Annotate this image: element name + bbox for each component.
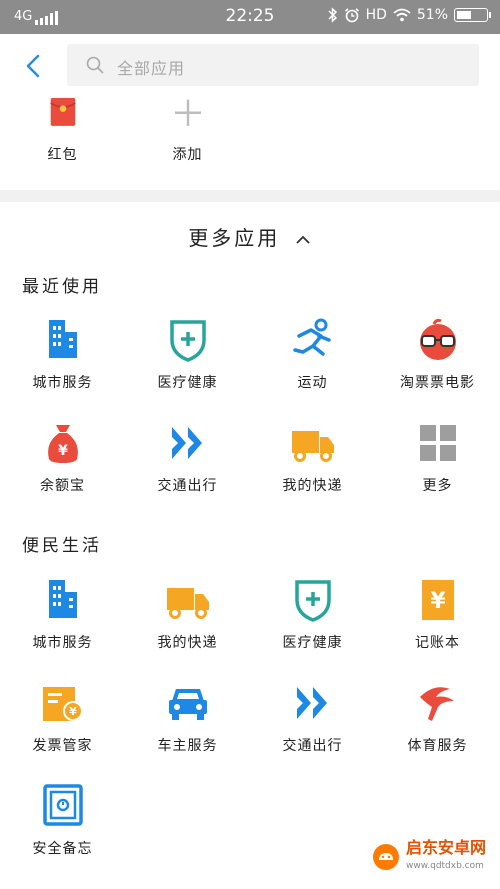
app-label: 城市服务 <box>32 375 93 391</box>
watermark: 启东安卓网 www.qdtdxb.com <box>372 839 486 875</box>
alarm-icon <box>344 8 359 23</box>
plus-icon <box>174 99 201 126</box>
app-city-services-2[interactable]: 城市服务 <box>0 578 125 652</box>
bluetooth-icon <box>328 7 337 23</box>
app-label: 安全备忘 <box>32 841 93 857</box>
more-apps-toggle[interactable]: 更多应用 <box>0 222 500 251</box>
app-label: 余额宝 <box>40 478 85 494</box>
city-building-icon <box>48 320 77 358</box>
app-label: 运动 <box>297 375 328 391</box>
life-section-title: 便民生活 <box>22 536 102 556</box>
recent-section-title: 最近使用 <box>22 277 102 297</box>
app-label: 淘票票电影 <box>400 375 475 391</box>
medical-shield-icon <box>294 580 331 622</box>
my-apps-section: 红包 添加 <box>0 98 500 190</box>
app-sports[interactable]: 运动 <box>250 318 375 392</box>
app-movie-tickets[interactable]: 淘票票电影 <box>375 318 500 392</box>
app-medical-health-2[interactable]: 医疗健康 <box>250 578 375 652</box>
section-divider <box>0 190 500 202</box>
app-invoice-manager[interactable]: ¥ 发票管家 <box>0 681 125 755</box>
android-logo-icon <box>372 844 399 870</box>
watermark-url: www.qdtdxb.com <box>405 861 484 871</box>
red-envelope-icon <box>49 98 76 126</box>
search-icon <box>86 56 104 74</box>
app-label: 记账本 <box>415 635 460 651</box>
double-arrow-icon <box>171 427 202 459</box>
battery-icon <box>454 8 491 22</box>
svg-text:¥: ¥ <box>69 705 77 718</box>
status-right: HD 51% <box>328 7 491 23</box>
back-arrow-icon[interactable] <box>20 52 48 80</box>
app-add[interactable]: 添加 <box>125 98 250 164</box>
app-more[interactable]: 更多 <box>375 421 500 495</box>
delivery-truck-icon <box>291 431 334 462</box>
grid-icon <box>419 425 456 461</box>
battery-percent: 51% <box>416 7 448 23</box>
app-label: 添加 <box>172 147 203 163</box>
wifi-icon <box>393 8 411 22</box>
app-label: 我的快递 <box>282 478 343 494</box>
more-apps-title: 更多应用 <box>188 226 281 250</box>
app-transport[interactable]: 交通出行 <box>125 421 250 495</box>
svg-text:¥: ¥ <box>58 443 68 459</box>
app-yu-e-bao[interactable]: ¥ 余额宝 <box>0 421 125 495</box>
app-label: 交通出行 <box>157 478 218 494</box>
app-red-envelope[interactable]: 红包 <box>0 98 125 164</box>
city-building-icon <box>48 580 77 618</box>
app-label: 红包 <box>47 147 78 163</box>
app-my-delivery[interactable]: 我的快递 <box>250 421 375 495</box>
app-label: 城市服务 <box>32 635 93 651</box>
app-medical-health[interactable]: 医疗健康 <box>125 318 250 392</box>
car-icon <box>168 689 207 720</box>
search-input[interactable]: 全部应用 <box>67 44 479 86</box>
double-arrow-icon <box>296 687 327 719</box>
app-label: 交通出行 <box>282 738 343 754</box>
app-label: 我的快递 <box>157 635 218 651</box>
app-label: 医疗健康 <box>157 375 218 391</box>
ledger-icon: ¥ <box>421 580 454 620</box>
watermark-brand: 启东安卓网 <box>405 838 486 857</box>
app-transport-2[interactable]: 交通出行 <box>250 681 375 755</box>
search-placeholder: 全部应用 <box>117 59 186 78</box>
app-my-delivery-2[interactable]: 我的快递 <box>125 578 250 652</box>
invoice-icon: ¥ <box>42 687 83 721</box>
app-city-services[interactable]: 城市服务 <box>0 318 125 392</box>
app-label: 体育服务 <box>407 738 468 754</box>
delivery-truck-icon <box>166 588 209 619</box>
top-bar: 全部应用 <box>0 34 500 98</box>
sports-icon <box>419 687 454 721</box>
glasses-mascot-icon <box>419 318 456 360</box>
app-ledger[interactable]: ¥ 记账本 <box>375 578 500 652</box>
status-bar: 4G 22:25 HD 51% <box>0 0 500 34</box>
app-safe-memo[interactable]: 安全备忘 <box>0 784 125 858</box>
chevron-up-icon <box>296 235 310 244</box>
hd-indicator: HD <box>365 7 387 23</box>
app-label: 医疗健康 <box>282 635 343 651</box>
safe-icon <box>42 784 83 826</box>
medical-shield-icon <box>169 320 206 362</box>
money-bag-icon: ¥ <box>47 425 78 463</box>
app-label: 车主服务 <box>157 738 218 754</box>
svg-text:¥: ¥ <box>430 589 446 614</box>
app-label: 更多 <box>422 478 453 494</box>
app-car-services[interactable]: 车主服务 <box>125 681 250 755</box>
app-label: 发票管家 <box>32 738 93 754</box>
running-person-icon <box>292 318 331 356</box>
app-sports-services[interactable]: 体育服务 <box>375 681 500 755</box>
